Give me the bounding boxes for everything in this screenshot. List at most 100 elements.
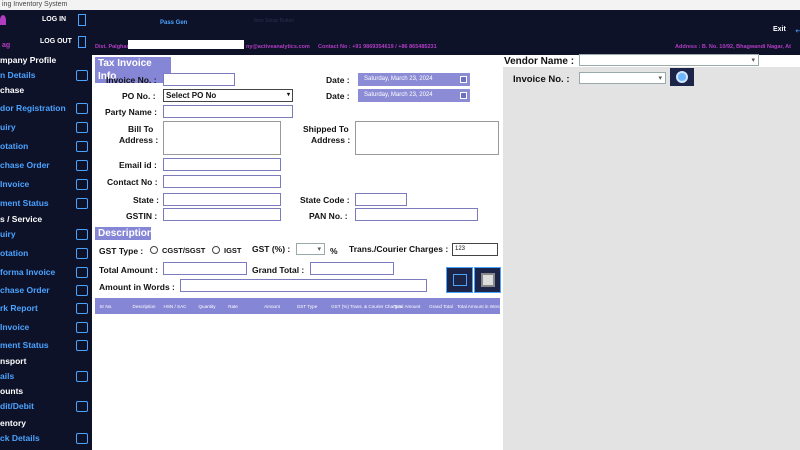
party-name-label: Party Name :	[105, 107, 157, 117]
sidebar-item-icon	[76, 371, 88, 382]
sidebar-item-icon	[76, 160, 88, 171]
po-no-label: PO No. :	[122, 91, 156, 101]
sidebar-item-label: Invoice	[0, 179, 30, 189]
sidebar-item[interactable]: otation	[0, 245, 92, 261]
sidebar-item-label: ails	[0, 371, 15, 381]
calendar-icon[interactable]	[460, 92, 467, 99]
faded-link[interactable]: Item Setup Button	[254, 18, 294, 24]
sidebar-item[interactable]: Invoice	[0, 176, 92, 192]
sidebar-item[interactable]: uiry	[0, 226, 92, 242]
sidebar-item-label: Invoice	[0, 322, 30, 332]
date-picker-1[interactable]: Saturday, March 23, 2024	[358, 73, 470, 86]
sidebar-item-label: mpany Profile	[0, 55, 57, 65]
sidebar-item-icon	[76, 322, 88, 333]
pan-input[interactable]	[355, 208, 478, 221]
bill-to-address-input[interactable]	[163, 121, 281, 155]
vendor-name-label: Vendor Name :	[504, 56, 575, 67]
sidebar-item-label: chase Order	[0, 285, 50, 295]
sidebar-item[interactable]: dor Registration	[0, 100, 92, 116]
search-icon	[676, 71, 688, 83]
sidebar-item-label: rk Report	[0, 303, 38, 313]
invoice-no-input[interactable]	[163, 73, 235, 86]
igst-radio[interactable]	[212, 246, 220, 254]
state-code-input[interactable]	[355, 193, 407, 206]
sidebar-item[interactable]: dit/Debit	[0, 398, 92, 414]
sidebar-item[interactable]: n Details	[0, 67, 92, 83]
log-in-link[interactable]: LOG IN	[42, 16, 66, 23]
shipped-to-address-input[interactable]	[355, 121, 499, 155]
date-picker-2[interactable]: Saturday, March 23, 2024	[358, 89, 470, 102]
sidebar-item-icon	[76, 229, 88, 240]
exit-arrow-icon[interactable]: ←	[793, 22, 800, 35]
log-in-icon[interactable]	[78, 14, 86, 26]
table-column-header: Amount	[264, 303, 280, 309]
sidebar-item[interactable]: ck Details	[0, 430, 92, 446]
sidebar-item[interactable]: ails	[0, 368, 92, 384]
search-button[interactable]	[670, 68, 694, 86]
sidebar-item-label: otation	[0, 141, 29, 151]
trans-charges-input[interactable]: 123	[452, 243, 498, 256]
sidebar-item-label: ment Status	[0, 198, 49, 208]
sidebar-section-heading: chase	[0, 85, 24, 95]
chevron-down-icon: ▾	[751, 57, 755, 64]
po-no-select[interactable]: Select PO No ▾	[163, 89, 293, 102]
sidebar-item-icon	[76, 303, 88, 314]
table-add-icon	[453, 274, 467, 286]
sidebar-item[interactable]: forma Invoice	[0, 264, 92, 280]
header-email: ny@activeanalytics.com	[246, 44, 310, 50]
log-out-icon[interactable]	[78, 36, 86, 48]
shipped-to-address-label: Address :	[311, 135, 351, 145]
date-label-2: Date :	[326, 91, 350, 101]
sidebar-item[interactable]: ment Status	[0, 337, 92, 353]
user-icon	[0, 15, 6, 25]
exit-button[interactable]: Exit	[773, 26, 786, 33]
contact-label: Contact No :	[107, 177, 158, 187]
bill-to-address-label: Address :	[119, 135, 159, 145]
add-item-button[interactable]	[446, 267, 473, 293]
email-input[interactable]	[163, 158, 281, 171]
sidebar-item[interactable]: chase Order	[0, 282, 92, 298]
log-out-link[interactable]: LOG OUT	[40, 38, 72, 45]
total-amount-input[interactable]	[163, 262, 247, 275]
sidebar-item[interactable]: Invoice	[0, 319, 92, 335]
sidebar-item[interactable]: chase Order	[0, 157, 92, 173]
sidebar-item[interactable]: uiry	[0, 119, 92, 135]
pass-gen-link[interactable]: Pass Gen	[160, 20, 187, 26]
sidebar-item[interactable]: ment Status	[0, 195, 92, 211]
gst-pct-select[interactable]: ▾	[296, 243, 325, 255]
sidebar-item-label: uiry	[0, 229, 16, 239]
cgst-sgst-radio[interactable]	[150, 246, 158, 254]
sidebar-item[interactable]: otation	[0, 138, 92, 154]
sidebar-section-heading: ounts	[0, 386, 23, 396]
sidebar-item-icon	[76, 179, 88, 190]
sidebar-item-label: dor Registration	[0, 103, 66, 113]
party-name-input[interactable]	[163, 105, 293, 118]
header-bar: LOG IN ag LOG OUT Pass Gen Item Setup Bu…	[0, 10, 800, 55]
trans-charges-label: Trans./Courier Charges :	[349, 244, 449, 254]
amount-words-input[interactable]	[180, 279, 427, 292]
save-button[interactable]	[474, 267, 501, 293]
calendar-icon[interactable]	[460, 76, 467, 83]
sidebar-item-label: dit/Debit	[0, 401, 34, 411]
header-contact: Contact No : +91 9869354619 / +86 865485…	[318, 44, 437, 50]
sidebar-item-icon	[76, 401, 88, 412]
igst-label: IGST	[224, 246, 242, 255]
pan-label: PAN No. :	[309, 211, 348, 221]
sidebar-item-label: otation	[0, 248, 29, 258]
gstin-label: GSTIN :	[126, 211, 158, 221]
sidebar-item-label: ment Status	[0, 340, 49, 350]
contact-input[interactable]	[163, 175, 281, 188]
email-label: Email id :	[119, 160, 157, 170]
description-header: Description	[95, 227, 153, 240]
vendor-invoice-no-select[interactable]: ▾	[579, 72, 666, 84]
cgst-sgst-label: CGST/SGST	[162, 246, 206, 255]
chevron-down-icon: ▾	[658, 75, 662, 82]
grand-total-input[interactable]	[310, 262, 394, 275]
date-value-2: Saturday, March 23, 2024	[364, 92, 433, 98]
sidebar-item[interactable]: rk Report	[0, 300, 92, 316]
gstin-input[interactable]	[163, 208, 281, 221]
sidebar-item-icon	[76, 70, 88, 81]
vendor-name-select[interactable]: ▾	[579, 54, 759, 66]
sidebar-item-label: forma Invoice	[0, 267, 56, 277]
state-input[interactable]	[163, 193, 281, 206]
